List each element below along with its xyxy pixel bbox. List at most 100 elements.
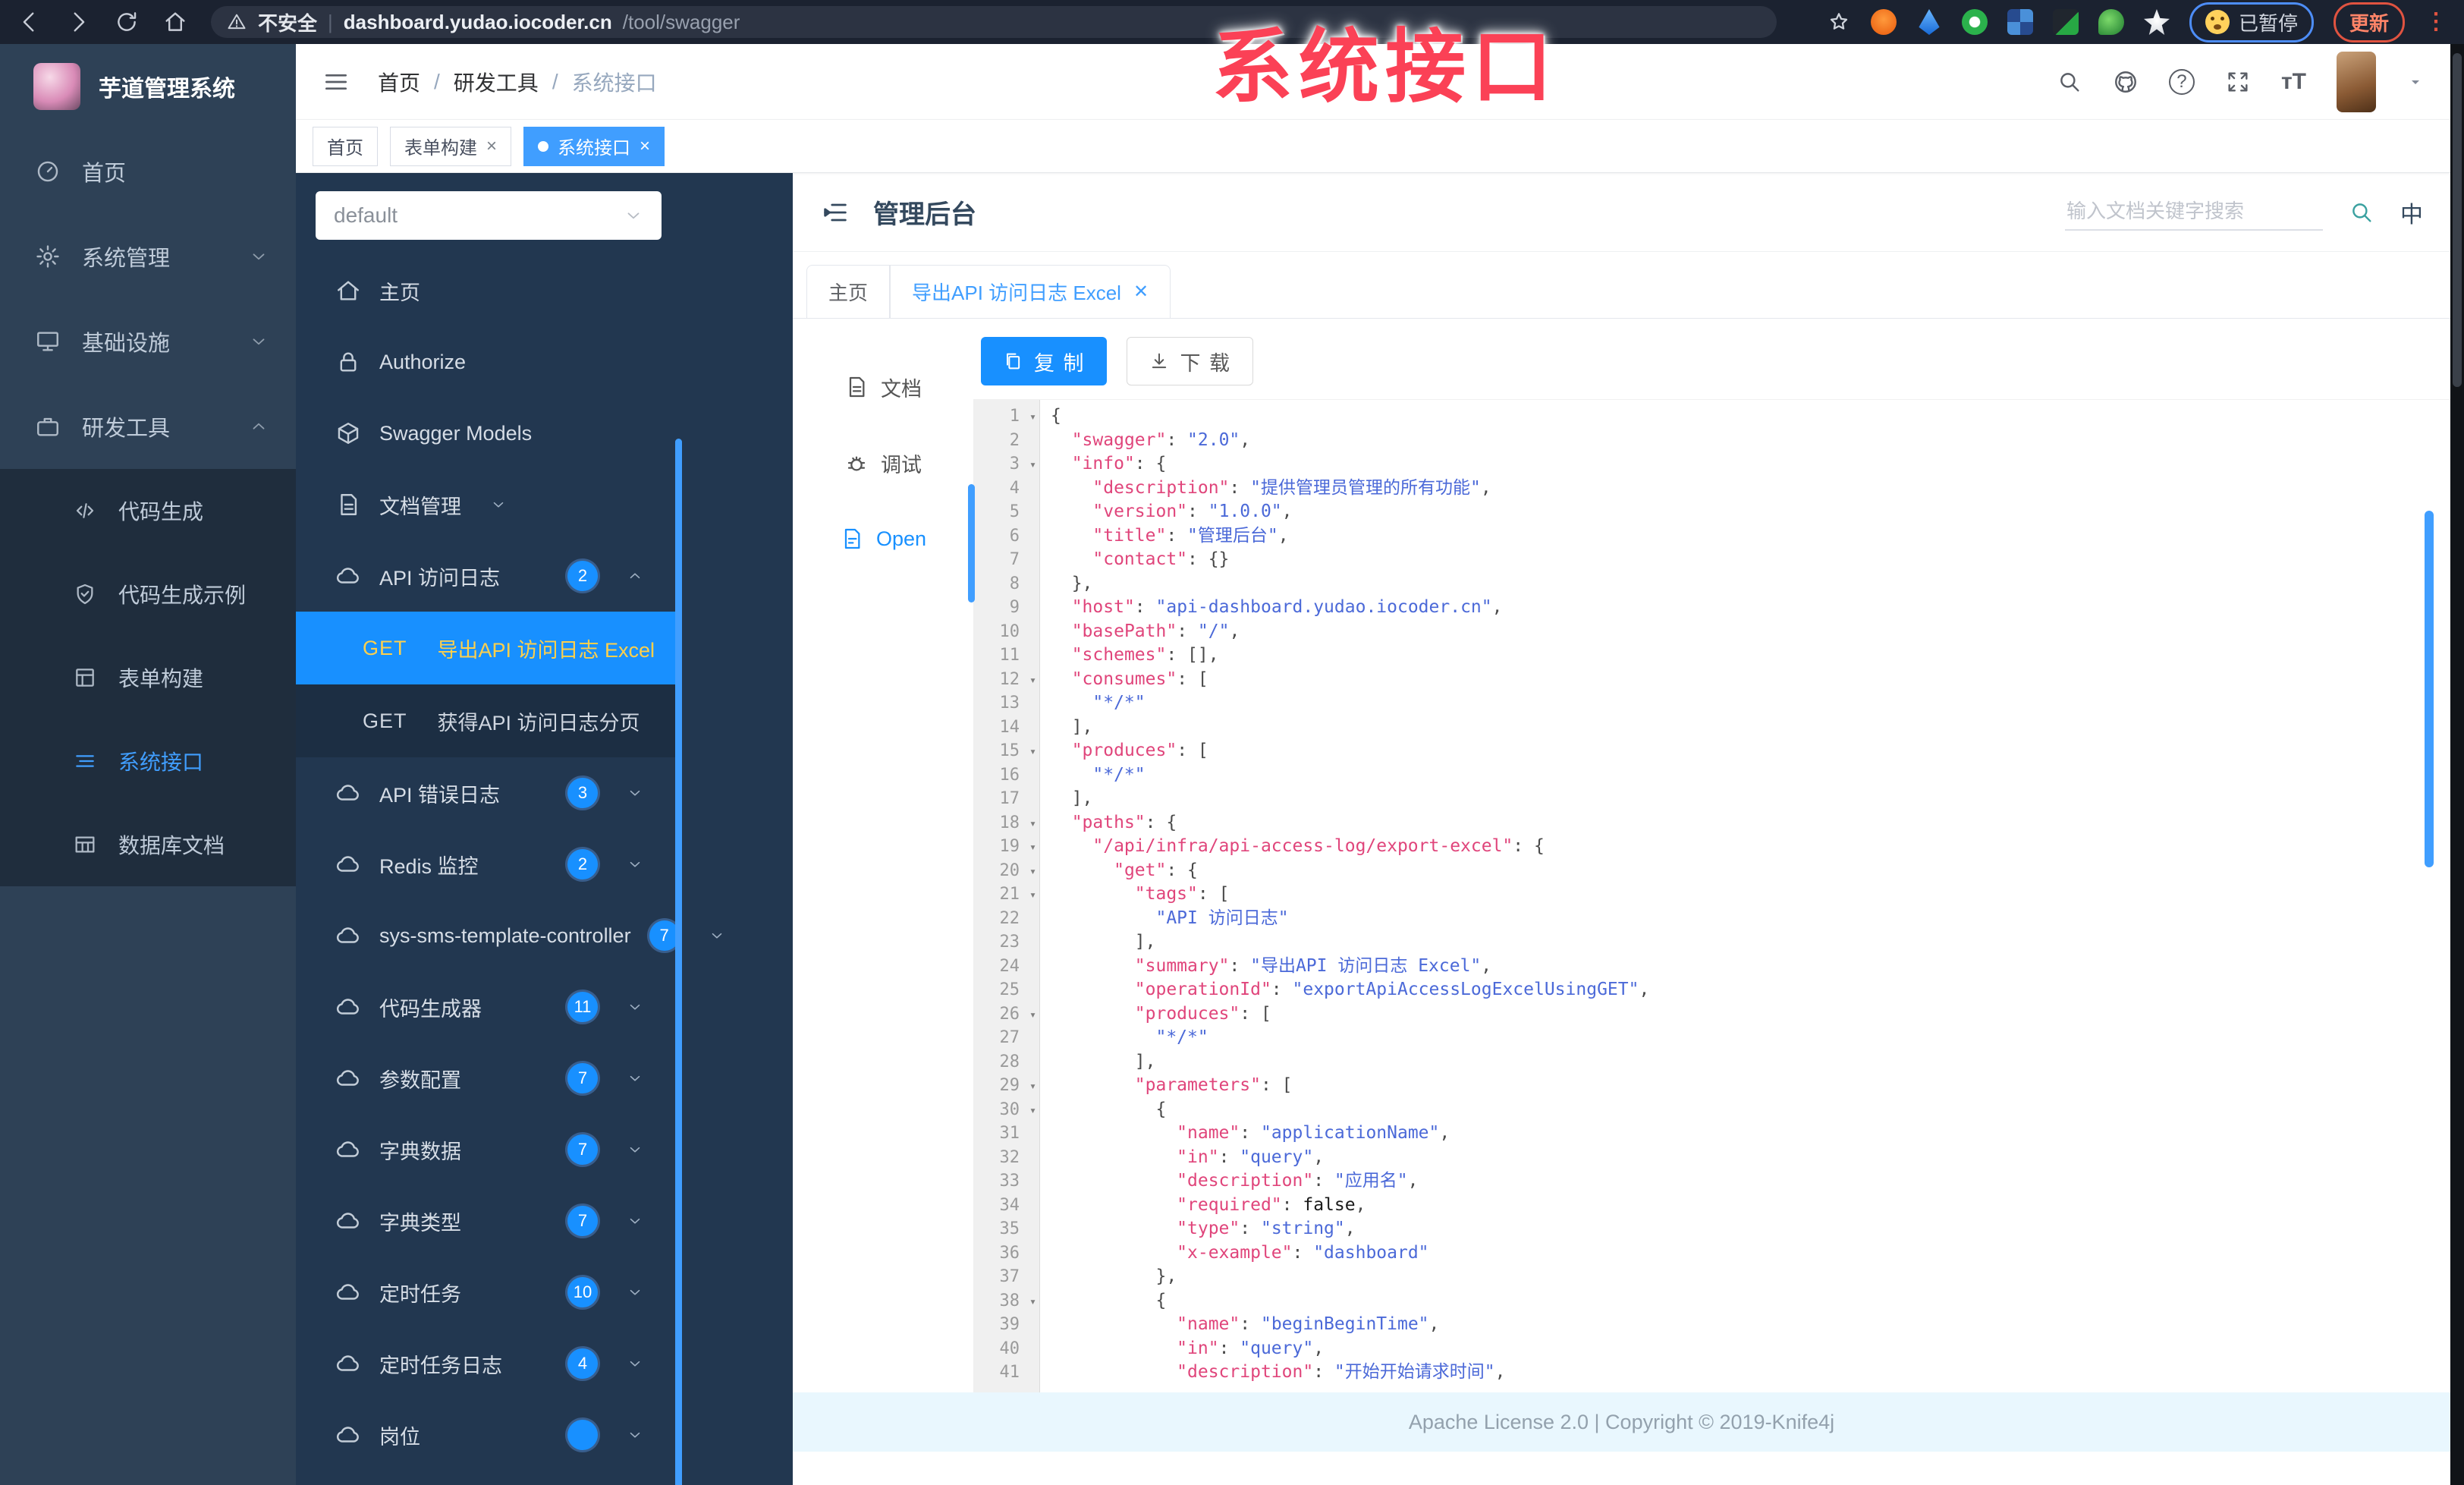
github-icon[interactable] bbox=[2113, 69, 2139, 95]
doc-tab-主页[interactable]: 主页 bbox=[806, 265, 891, 318]
api-menu-item-参数配置[interactable]: 参数配置 7 bbox=[296, 1043, 681, 1114]
api-menu-item-API 访问日志[interactable]: API 访问日志 2 bbox=[296, 540, 681, 612]
sidebar-toggle-icon[interactable] bbox=[322, 68, 350, 96]
browser-back-icon[interactable] bbox=[17, 9, 42, 35]
language-switch-icon[interactable]: 中 bbox=[2400, 196, 2423, 229]
fold-toggle-icon[interactable]: ▾ bbox=[1029, 405, 1036, 429]
gutter-line: 36 bbox=[973, 1241, 1039, 1266]
api-menu-item-定时任务[interactable]: 定时任务 10 bbox=[296, 1257, 681, 1328]
count-badge: 4 bbox=[567, 1348, 598, 1379]
api-menu-item-代码生成器[interactable]: 代码生成器 11 bbox=[296, 971, 681, 1043]
sidebar-subitem-代码生成[interactable]: 代码生成 bbox=[0, 469, 296, 552]
sidebar-item-研发工具[interactable]: 研发工具 bbox=[0, 384, 296, 469]
extension-green-circle-icon[interactable] bbox=[1961, 9, 1988, 35]
fullscreen-icon[interactable] bbox=[2225, 69, 2251, 95]
fold-toggle-icon[interactable]: ▾ bbox=[1029, 740, 1036, 764]
extension-orange-icon[interactable] bbox=[1870, 9, 1897, 35]
sidebar-subitem-系统接口[interactable]: 系统接口 bbox=[0, 719, 296, 803]
extension-blue-drop-icon[interactable] bbox=[1919, 9, 1940, 35]
extension-leaf-icon[interactable] bbox=[2098, 9, 2124, 35]
code-line: "consumes": [ bbox=[1051, 668, 1649, 692]
doc-search-icon[interactable] bbox=[2349, 200, 2374, 225]
breadcrumb-item[interactable]: 首页 bbox=[378, 67, 420, 97]
fold-toggle-icon[interactable]: ▾ bbox=[1029, 883, 1036, 908]
side-tab-文档[interactable]: 文档 bbox=[793, 349, 973, 425]
extension-grid-icon[interactable] bbox=[2007, 9, 2033, 35]
api-menu-item-Authorize[interactable]: Authorize bbox=[296, 326, 681, 398]
fold-toggle-icon[interactable]: ▾ bbox=[1029, 1099, 1036, 1123]
api-menu-item-岗位[interactable]: 岗位 bbox=[296, 1399, 681, 1471]
sidebar-item-系统管理[interactable]: 系统管理 bbox=[0, 214, 296, 299]
api-operation-获得API 访问日志分页[interactable]: GET 获得API 访问日志分页 bbox=[296, 684, 681, 757]
tab-close-icon[interactable]: ✕ bbox=[1133, 281, 1149, 303]
api-menu-item-定时任务日志[interactable]: 定时任务日志 4 bbox=[296, 1328, 681, 1399]
sidebar-subitem-label: 系统接口 bbox=[118, 750, 204, 774]
tag-表单构建[interactable]: 表单构建 × bbox=[390, 126, 512, 166]
side-tab-调试[interactable]: 调试 bbox=[793, 425, 973, 501]
api-group-select[interactable]: default bbox=[316, 191, 662, 240]
api-menu-item-label: API 访问日志 bbox=[379, 566, 501, 590]
browser-forward-icon[interactable] bbox=[65, 9, 91, 35]
user-avatar[interactable] bbox=[2337, 51, 2376, 112]
content-scrollbar-thumb[interactable] bbox=[2425, 511, 2434, 867]
extension-pin-icon[interactable] bbox=[2143, 9, 2170, 35]
profile-avatar-emoji-icon bbox=[2205, 10, 2230, 34]
chrome-menu-icon[interactable]: ⋮ bbox=[2425, 11, 2447, 33]
download-button[interactable]: 下 载 bbox=[1126, 337, 1254, 385]
fold-toggle-icon[interactable]: ▾ bbox=[1029, 1003, 1036, 1027]
fold-toggle-icon[interactable]: ▾ bbox=[1029, 835, 1036, 860]
tag-close-icon[interactable]: × bbox=[486, 136, 497, 157]
window-scrollbar-thumb[interactable] bbox=[2453, 53, 2462, 387]
doc-collapse-icon[interactable] bbox=[820, 197, 850, 228]
api-menu-item-文档管理[interactable]: 文档管理 bbox=[296, 469, 681, 540]
extension-dark-green-icon[interactable] bbox=[2052, 9, 2079, 35]
profile-paused-badge[interactable]: 已暂停 bbox=[2189, 2, 2314, 42]
doc-tab-导出API 访问日志 Excel[interactable]: 导出API 访问日志 Excel ✕ bbox=[890, 265, 1171, 318]
api-menu-item-Redis 监控[interactable]: Redis 监控 2 bbox=[296, 829, 681, 900]
gutter-line: 14 bbox=[973, 716, 1039, 740]
line-number: 28 bbox=[999, 1052, 1020, 1071]
side-tab-Open[interactable]: Open bbox=[793, 501, 973, 577]
api-menu-item-Swagger Models[interactable]: Swagger Models bbox=[296, 398, 681, 469]
api-menu-item-sys-sms-template-controller[interactable]: sys-sms-template-controller 7 bbox=[296, 900, 721, 971]
code-line: "contact": {} bbox=[1051, 548, 1649, 572]
sidebar-subitem-代码生成示例[interactable]: 代码生成示例 bbox=[0, 552, 296, 636]
window-scrollbar[interactable] bbox=[2450, 44, 2464, 1485]
api-menu-item-字典类型[interactable]: 字典类型 7 bbox=[296, 1185, 681, 1257]
address-bar[interactable]: 不安全 | dashboard.yudao.iocoder.cn /tool/s… bbox=[211, 6, 1777, 38]
code-line: "produces": [ bbox=[1051, 739, 1649, 763]
fold-toggle-icon[interactable]: ▾ bbox=[1029, 860, 1036, 884]
sidebar-subitem-数据库文档[interactable]: 数据库文档 bbox=[0, 803, 296, 886]
tag-系统接口[interactable]: 系统接口 × bbox=[523, 126, 665, 166]
fold-toggle-icon[interactable]: ▾ bbox=[1029, 1290, 1036, 1314]
doc-side-tabs: 文档 调试 Open bbox=[793, 319, 975, 1392]
sidebar-item-首页[interactable]: 首页 bbox=[0, 129, 296, 214]
fold-toggle-icon[interactable]: ▾ bbox=[1029, 1074, 1036, 1099]
chrome-update-button[interactable]: 更新 bbox=[2333, 2, 2405, 42]
browser-home-icon[interactable] bbox=[162, 9, 188, 35]
json-punct: : [], bbox=[1166, 645, 1219, 665]
api-menu-item-字典数据[interactable]: 字典数据 7 bbox=[296, 1114, 681, 1185]
api-operation-导出API 访问日志 Excel[interactable]: GET 导出API 访问日志 Excel bbox=[296, 612, 681, 684]
fold-toggle-icon[interactable]: ▾ bbox=[1029, 669, 1036, 693]
avatar-caret-icon[interactable] bbox=[2406, 73, 2425, 91]
bookmark-star-icon[interactable] bbox=[1827, 10, 1851, 34]
doc-search-input[interactable] bbox=[2065, 193, 2323, 231]
fold-toggle-icon[interactable]: ▾ bbox=[1029, 812, 1036, 836]
fold-toggle-icon[interactable]: ▾ bbox=[1029, 453, 1036, 477]
font-size-icon[interactable]: тT bbox=[2281, 69, 2306, 95]
tag-close-icon[interactable]: × bbox=[640, 136, 650, 157]
search-icon[interactable] bbox=[2057, 69, 2082, 95]
breadcrumb-item[interactable]: 研发工具 bbox=[454, 67, 539, 97]
app-logo-row[interactable]: 芋道管理系统 bbox=[0, 44, 296, 129]
tag-首页[interactable]: 首页 bbox=[313, 126, 378, 166]
api-menu-item-label: 字典数据 bbox=[379, 1140, 461, 1163]
api-menu-item-API 错误日志[interactable]: API 错误日志 3 bbox=[296, 757, 681, 829]
api-sidebar-scrollbar-thumb[interactable] bbox=[675, 439, 682, 1485]
copy-button[interactable]: 复 制 bbox=[981, 337, 1107, 385]
api-menu-item-主页[interactable]: 主页 bbox=[296, 255, 681, 326]
sidebar-item-基础设施[interactable]: 基础设施 bbox=[0, 299, 296, 384]
help-icon[interactable]: ? bbox=[2168, 68, 2195, 95]
browser-refresh-icon[interactable] bbox=[114, 9, 140, 35]
sidebar-subitem-表单构建[interactable]: 表单构建 bbox=[0, 636, 296, 719]
